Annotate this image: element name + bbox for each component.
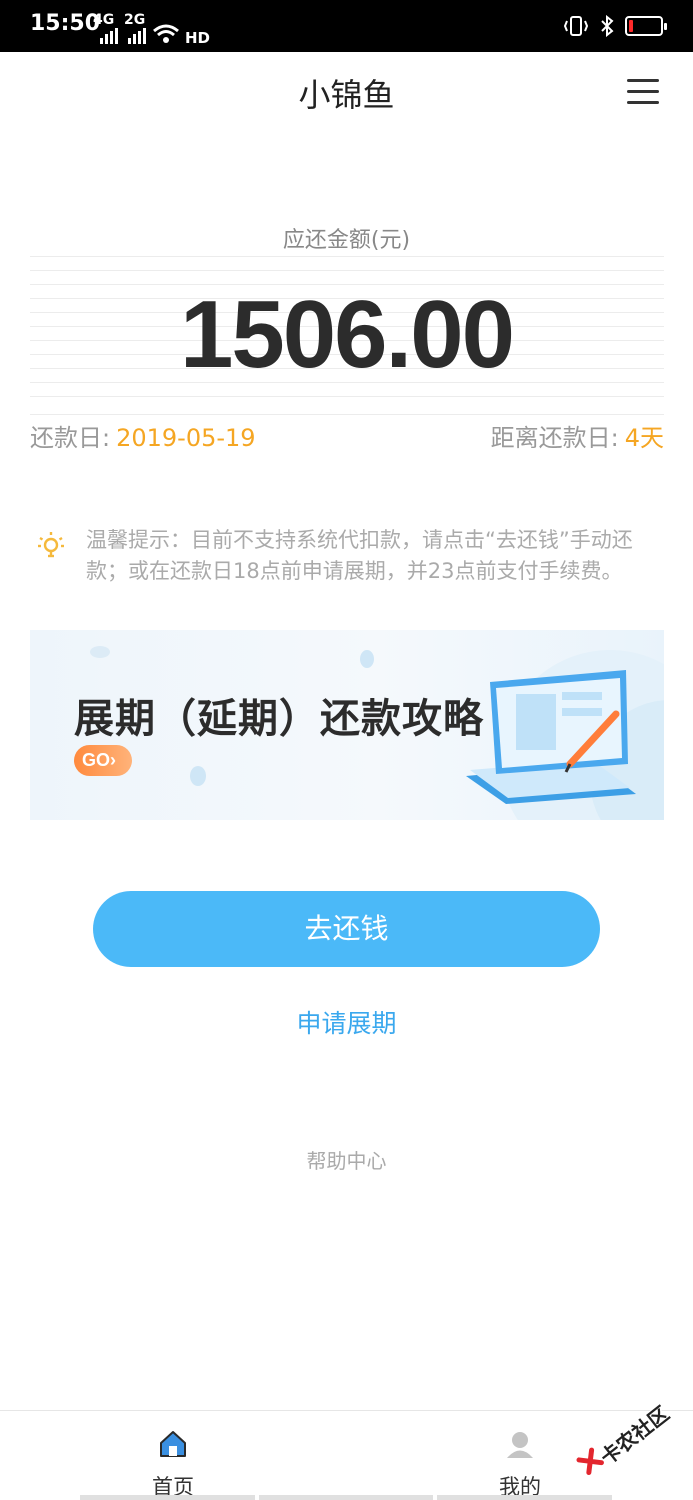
- lightbulb-icon: [38, 532, 64, 558]
- battery-level: [629, 20, 633, 32]
- signal-2g-icon: 2G: [124, 12, 146, 28]
- amount-value: 1506.00: [179, 281, 515, 388]
- signal-bars-icon: [100, 28, 118, 44]
- user-icon: [507, 1432, 533, 1458]
- system-nav-indicator: [80, 1495, 613, 1500]
- home-icon: [160, 1431, 186, 1457]
- bluetooth-icon: [601, 15, 614, 37]
- due-countdown: 距离还款日: 4天: [491, 418, 664, 453]
- banner-go-label: GO: [82, 750, 111, 770]
- due-date: 还款日: 2019-05-19: [30, 418, 256, 453]
- amount-label: 应还金额(元): [282, 228, 411, 253]
- vibrate-icon: [563, 16, 589, 36]
- tip-text: 温馨提示：目前不支持系统代扣款，请点击“去还钱”手动还款；或在还款日18点前申请…: [86, 528, 633, 583]
- due-date-value: 2019-05-19: [116, 424, 256, 452]
- battery-icon: [625, 16, 667, 36]
- status-right: [563, 12, 667, 40]
- page-title: 小锦鱼: [298, 76, 395, 114]
- hd-icon: HD: [185, 29, 211, 47]
- due-row: 还款日: 2019-05-19 距离还款日: 4天: [30, 418, 664, 452]
- banner-title: 展期（延期）还款攻略: [74, 696, 484, 742]
- pay-button[interactable]: 去还钱: [93, 891, 600, 967]
- tab-home[interactable]: 首页: [93, 1411, 253, 1500]
- extension-guide-banner[interactable]: 展期（延期）还款攻略 GO›: [30, 630, 664, 820]
- help-center-link[interactable]: 帮助中心: [0, 1145, 693, 1174]
- status-bar: 15:50 4G 2G HD: [0, 0, 693, 52]
- signal-4g-icon: 4G: [93, 12, 115, 28]
- due-date-label: 还款日:: [30, 424, 111, 452]
- tip-box: 温馨提示：目前不支持系统代扣款，请点击“去还钱”手动还款；或在还款日18点前申请…: [36, 525, 656, 595]
- app-header: 小锦鱼: [0, 52, 693, 132]
- status-time: 15:50: [30, 11, 101, 36]
- wifi-icon: [153, 24, 179, 43]
- hamburger-menu-icon[interactable]: [627, 79, 659, 105]
- due-countdown-label: 距离还款日:: [490, 424, 619, 452]
- apply-extension-link[interactable]: 申请展期: [0, 1004, 693, 1040]
- chevron-right-icon: ›: [110, 750, 117, 770]
- due-countdown-value: 4天: [624, 424, 664, 452]
- book-illustration-icon: [466, 670, 636, 804]
- signal-bars-2-icon: [128, 28, 146, 44]
- banner-go-button[interactable]: GO›: [74, 745, 132, 776]
